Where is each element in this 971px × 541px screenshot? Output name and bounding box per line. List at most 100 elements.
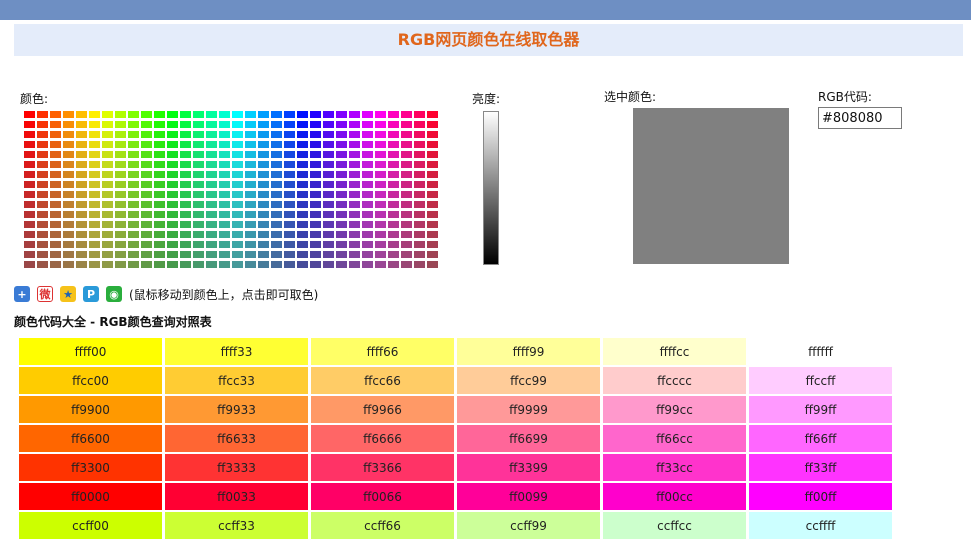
color-cell[interactable]: ff9933: [165, 396, 308, 423]
color-cell[interactable]: ccff00: [19, 512, 162, 539]
palette-swatch[interactable]: [297, 131, 308, 138]
palette-swatch[interactable]: [219, 191, 230, 198]
palette-swatch[interactable]: [427, 221, 438, 228]
palette-swatch[interactable]: [219, 231, 230, 238]
palette-swatch[interactable]: [284, 111, 295, 118]
palette-swatch[interactable]: [388, 181, 399, 188]
palette-swatch[interactable]: [167, 171, 178, 178]
palette-swatch[interactable]: [141, 261, 152, 268]
palette-swatch[interactable]: [323, 241, 334, 248]
color-cell[interactable]: ff33ff: [749, 454, 892, 481]
palette-swatch[interactable]: [414, 161, 425, 168]
palette-swatch[interactable]: [115, 151, 126, 158]
palette-swatch[interactable]: [232, 121, 243, 128]
palette-swatch[interactable]: [232, 201, 243, 208]
palette-swatch[interactable]: [24, 191, 35, 198]
palette-swatch[interactable]: [427, 201, 438, 208]
palette-swatch[interactable]: [362, 191, 373, 198]
palette-swatch[interactable]: [180, 181, 191, 188]
palette-swatch[interactable]: [323, 191, 334, 198]
palette-swatch[interactable]: [349, 241, 360, 248]
palette-swatch[interactable]: [115, 241, 126, 248]
palette-swatch[interactable]: [427, 191, 438, 198]
palette-swatch[interactable]: [271, 211, 282, 218]
palette-swatch[interactable]: [63, 261, 74, 268]
palette-swatch[interactable]: [388, 211, 399, 218]
palette-swatch[interactable]: [336, 171, 347, 178]
palette-swatch[interactable]: [76, 151, 87, 158]
palette-swatch[interactable]: [284, 121, 295, 128]
palette-swatch[interactable]: [24, 251, 35, 258]
palette-swatch[interactable]: [50, 201, 61, 208]
palette-swatch[interactable]: [427, 121, 438, 128]
palette-swatch[interactable]: [414, 131, 425, 138]
palette-swatch[interactable]: [76, 161, 87, 168]
palette-swatch[interactable]: [206, 171, 217, 178]
palette-swatch[interactable]: [232, 131, 243, 138]
color-cell[interactable]: ccff33: [165, 512, 308, 539]
palette-swatch[interactable]: [102, 201, 113, 208]
palette-swatch[interactable]: [37, 201, 48, 208]
palette-swatch[interactable]: [115, 141, 126, 148]
palette-swatch[interactable]: [167, 131, 178, 138]
palette-swatch[interactable]: [323, 141, 334, 148]
palette-swatch[interactable]: [76, 231, 87, 238]
palette-swatch[interactable]: [258, 261, 269, 268]
palette-swatch[interactable]: [63, 221, 74, 228]
palette-swatch[interactable]: [167, 211, 178, 218]
palette-swatch[interactable]: [37, 211, 48, 218]
palette-swatch[interactable]: [219, 161, 230, 168]
palette-swatch[interactable]: [128, 261, 139, 268]
palette-swatch[interactable]: [141, 241, 152, 248]
palette-swatch[interactable]: [89, 191, 100, 198]
palette-swatch[interactable]: [24, 201, 35, 208]
palette-swatch[interactable]: [219, 241, 230, 248]
palette-swatch[interactable]: [128, 211, 139, 218]
palette-swatch[interactable]: [349, 261, 360, 268]
palette-swatch[interactable]: [141, 251, 152, 258]
color-cell[interactable]: ff3366: [311, 454, 454, 481]
palette-swatch[interactable]: [323, 131, 334, 138]
palette-swatch[interactable]: [310, 121, 321, 128]
palette-swatch[interactable]: [336, 121, 347, 128]
palette-swatch[interactable]: [102, 131, 113, 138]
palette-swatch[interactable]: [284, 161, 295, 168]
palette-swatch[interactable]: [232, 231, 243, 238]
palette-swatch[interactable]: [193, 171, 204, 178]
palette-swatch[interactable]: [349, 211, 360, 218]
palette-swatch[interactable]: [115, 131, 126, 138]
palette-swatch[interactable]: [206, 181, 217, 188]
palette-swatch[interactable]: [284, 181, 295, 188]
palette-swatch[interactable]: [258, 121, 269, 128]
palette-swatch[interactable]: [349, 201, 360, 208]
palette-swatch[interactable]: [336, 221, 347, 228]
palette-swatch[interactable]: [284, 191, 295, 198]
palette-swatch[interactable]: [219, 141, 230, 148]
palette-swatch[interactable]: [414, 231, 425, 238]
palette-swatch[interactable]: [414, 241, 425, 248]
palette-swatch[interactable]: [297, 161, 308, 168]
palette-swatch[interactable]: [89, 221, 100, 228]
palette-swatch[interactable]: [37, 121, 48, 128]
palette-swatch[interactable]: [414, 211, 425, 218]
palette-swatch[interactable]: [375, 171, 386, 178]
palette-swatch[interactable]: [310, 151, 321, 158]
palette-swatch[interactable]: [50, 151, 61, 158]
palette-swatch[interactable]: [193, 181, 204, 188]
palette-swatch[interactable]: [154, 141, 165, 148]
palette-swatch[interactable]: [310, 261, 321, 268]
palette-swatch[interactable]: [89, 171, 100, 178]
palette-swatch[interactable]: [310, 161, 321, 168]
palette-swatch[interactable]: [336, 231, 347, 238]
palette-swatch[interactable]: [232, 211, 243, 218]
palette-swatch[interactable]: [401, 131, 412, 138]
palette-swatch[interactable]: [206, 131, 217, 138]
palette-swatch[interactable]: [193, 251, 204, 258]
palette-swatch[interactable]: [414, 151, 425, 158]
palette-swatch[interactable]: [362, 111, 373, 118]
palette-swatch[interactable]: [323, 181, 334, 188]
palette-swatch[interactable]: [76, 141, 87, 148]
palette-swatch[interactable]: [115, 191, 126, 198]
palette-swatch[interactable]: [128, 121, 139, 128]
palette-swatch[interactable]: [63, 211, 74, 218]
